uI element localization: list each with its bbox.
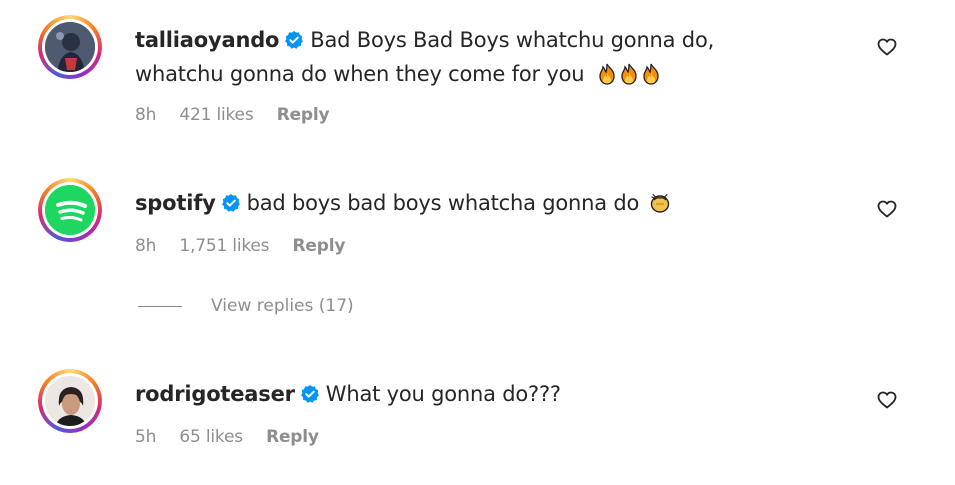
comment-text: bad boys bad boys whatcha gonna do [246,191,640,215]
timestamp[interactable]: 8h [135,236,156,256]
reply-button[interactable]: Reply [266,427,319,447]
avatar[interactable] [38,369,102,433]
username[interactable]: rodrigoteaser [135,382,295,406]
heart-icon[interactable] [877,200,897,218]
likes-count[interactable]: 1,751 likes [179,236,269,256]
avatar[interactable] [38,178,102,242]
fire-emoji [595,62,661,86]
verified-badge-icon [221,194,240,212]
timestamp[interactable]: 5h [135,427,156,447]
reply-button[interactable]: Reply [277,105,330,125]
reply-button[interactable]: Reply [293,236,346,256]
comment-body: talliaoyando Bad Boys Bad Boys whatchu go… [135,23,845,91]
likes-count[interactable]: 65 likes [179,427,243,447]
comment-text-line2: whatchu gonna do when they come for you [135,62,585,86]
comment-meta: 8h 421 likes Reply [135,105,347,125]
divider-line [138,305,182,307]
comment-text: What you gonna do??? [325,382,561,406]
spotify-logo-icon [45,185,95,235]
avatar-photo [45,376,95,426]
comments-panel: talliaoyando Bad Boys Bad Boys whatchu go… [0,0,955,485]
clap-emoji [646,191,672,215]
comment-meta: 8h 1,751 likes Reply [135,236,363,256]
likes-count[interactable]: 421 likes [179,105,253,125]
verified-badge-icon [300,385,319,403]
comment-meta: 5h 65 likes Reply [135,427,337,447]
heart-icon[interactable] [877,391,897,409]
comment-body: rodrigoteaser What you gonna do??? [135,377,845,411]
comment-body: spotify bad boys bad boys whatcha gonna d… [135,186,845,220]
comment-text: Bad Boys Bad Boys whatchu gonna do, [310,28,715,52]
username[interactable]: spotify [135,191,216,215]
timestamp[interactable]: 8h [135,105,156,125]
view-replies-label[interactable]: View replies (17) [211,296,354,316]
verified-badge-icon [285,31,304,49]
avatar-photo [45,22,95,72]
view-replies-button[interactable]: View replies (17) [138,296,354,316]
avatar[interactable] [38,15,102,79]
heart-icon[interactable] [877,38,897,56]
username[interactable]: talliaoyando [135,28,279,52]
